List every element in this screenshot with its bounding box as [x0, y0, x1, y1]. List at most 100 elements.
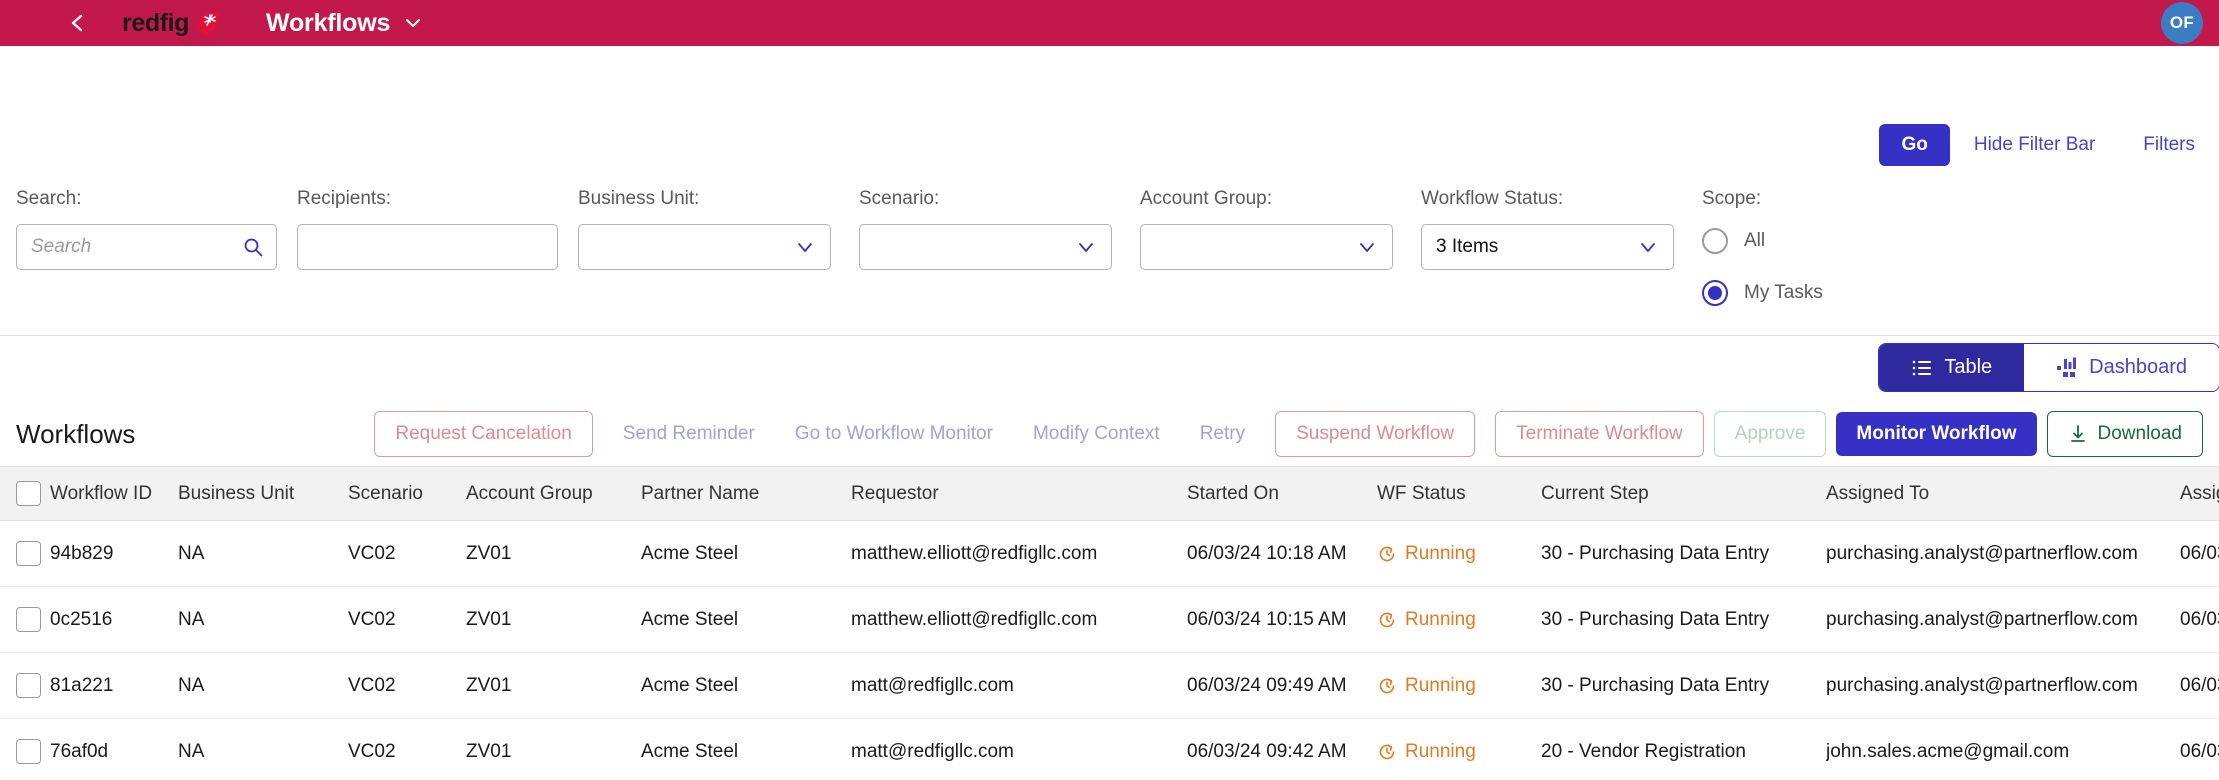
business-unit-select[interactable] [578, 224, 831, 270]
workflow-status-select[interactable]: 3 Items [1421, 224, 1674, 270]
suspend-workflow-button[interactable]: Suspend Workflow [1275, 411, 1476, 457]
col-started-on[interactable]: Started On [1187, 466, 1377, 521]
monitor-workflow-button[interactable]: Monitor Workflow [1836, 412, 2037, 456]
cell-assigned-on: 06/03/24 10:19 AM [2180, 520, 2219, 587]
cell-assigned-to: purchasing.analyst@partnerflow.com [1826, 520, 2180, 587]
col-scenario[interactable]: Scenario [348, 466, 466, 521]
radio-dot-icon [1708, 286, 1722, 300]
cell-workflow-id: 94b829 [50, 520, 178, 587]
filters-button[interactable]: Filters [2119, 124, 2219, 166]
cell-wf-status: Running [1377, 718, 1541, 780]
cell-business-unit: NA [178, 586, 348, 653]
brand-logo[interactable]: redfig [122, 9, 222, 38]
cell-requestor: matthew.elliott@redfigllc.com [851, 520, 1187, 587]
workflow-status-value: 3 Items [1436, 236, 1499, 257]
table-row[interactable]: 94b829 NA VC02 ZV01 Acme Steel matthew.e… [0, 520, 2219, 587]
send-reminder-button[interactable]: Send Reminder [603, 412, 775, 456]
modify-context-button[interactable]: Modify Context [1013, 412, 1180, 456]
table-row[interactable]: 76af0d NA VC02 ZV01 Acme Steel matt@redf… [0, 718, 2219, 780]
table-header-bar: Workflows Request Cancelation Send Remin… [0, 402, 2219, 466]
running-clock-icon [1379, 545, 1395, 561]
download-button[interactable]: Download [2046, 411, 2203, 457]
chevron-down-icon [406, 19, 421, 27]
hide-filter-bar-button[interactable]: Hide Filter Bar [1950, 124, 2119, 166]
tab-dashboard[interactable]: Dashboard [2024, 344, 2219, 391]
page-title: Workflows [266, 8, 391, 37]
cell-workflow-id: 76af0d [50, 718, 178, 780]
cell-workflow-id: 81a221 [50, 652, 178, 719]
table-title: Workflows [16, 418, 136, 449]
chevron-down-icon [794, 236, 816, 258]
filter-business-unit: Business Unit: [578, 188, 859, 270]
chevron-left-icon [71, 14, 83, 32]
row-select-cell [0, 586, 50, 653]
table-row[interactable]: 81a221 NA VC02 ZV01 Acme Steel matt@redf… [0, 652, 2219, 719]
request-cancelation-button[interactable]: Request Cancelation [374, 411, 593, 457]
radio-outer-selected-icon [1702, 280, 1728, 306]
col-requestor[interactable]: Requestor [851, 466, 1187, 521]
cell-assigned-to: purchasing.analyst@partnerflow.com [1826, 586, 2180, 653]
cell-assigned-on: 06/03/24 10:15 AM [2180, 586, 2219, 653]
cell-business-unit: NA [178, 652, 348, 719]
recipients-input-wrapper[interactable] [297, 224, 558, 270]
radio-outer-icon [1702, 228, 1728, 254]
col-current-step[interactable]: Current Step [1541, 466, 1826, 521]
scope-radio-my-tasks[interactable]: My Tasks [1702, 280, 1823, 306]
search-icon[interactable] [242, 236, 264, 258]
cell-assigned-to: john.sales.acme@gmail.com [1826, 718, 2180, 780]
back-button[interactable] [56, 1, 100, 45]
cell-wf-status: Running [1377, 586, 1541, 653]
download-icon [2070, 425, 2085, 442]
recipients-input[interactable] [312, 236, 543, 258]
status-badge: Running [1405, 740, 1476, 762]
filter-account-group: Account Group: [1140, 188, 1421, 270]
row-checkbox[interactable] [16, 541, 41, 566]
go-to-workflow-monitor-button[interactable]: Go to Workflow Monitor [775, 412, 1013, 456]
row-select-cell [0, 520, 50, 587]
chevron-down-icon [1637, 236, 1659, 258]
download-label: Download [2097, 423, 2183, 444]
cell-business-unit: NA [178, 718, 348, 780]
row-checkbox[interactable] [16, 607, 41, 632]
cell-requestor: matt@redfigllc.com [851, 652, 1187, 719]
col-partner-name[interactable]: Partner Name [641, 466, 851, 521]
col-workflow-id[interactable]: Workflow ID [50, 466, 178, 521]
tab-dashboard-label: Dashboard [2089, 356, 2187, 378]
cell-requestor: matt@redfigllc.com [851, 718, 1187, 780]
account-group-label: Account Group: [1140, 188, 1273, 209]
recipients-label: Recipients: [297, 188, 391, 209]
col-assigned-to[interactable]: Assigned To [1826, 466, 2180, 521]
running-clock-icon [1379, 743, 1395, 759]
scenario-select[interactable] [859, 224, 1112, 270]
col-wf-status[interactable]: WF Status [1377, 466, 1541, 521]
scope-option-label: All [1744, 230, 1766, 251]
account-group-select[interactable] [1140, 224, 1393, 270]
row-checkbox[interactable] [16, 673, 41, 698]
tab-table[interactable]: Table [1879, 344, 2025, 391]
cell-account-group: ZV01 [466, 652, 641, 719]
go-button[interactable]: Go [1879, 124, 1950, 166]
search-input-wrapper[interactable] [16, 224, 277, 270]
workflows-table: Workflow ID Business Unit Scenario Accou… [0, 466, 2219, 780]
col-assigned-on[interactable]: Assigned On [2180, 466, 2219, 521]
status-badge: Running [1405, 542, 1476, 564]
terminate-workflow-button[interactable]: Terminate Workflow [1495, 411, 1704, 457]
cell-wf-status: Running [1377, 520, 1541, 587]
scope-label: Scope: [1702, 188, 1762, 209]
scope-radio-all[interactable]: All [1702, 228, 1823, 254]
filter-recipients: Recipients: [297, 188, 578, 270]
avatar[interactable]: OF [2161, 2, 2203, 44]
scenario-label: Scenario: [859, 188, 940, 209]
row-checkbox[interactable] [16, 739, 41, 764]
status-badge: Running [1405, 608, 1476, 630]
select-all-checkbox[interactable] [16, 481, 41, 506]
filter-scenario: Scenario: [859, 188, 1140, 270]
col-account-group[interactable]: Account Group [466, 466, 641, 521]
approve-button[interactable]: Approve [1713, 411, 1827, 457]
table-row[interactable]: 0c2516 NA VC02 ZV01 Acme Steel matthew.e… [0, 586, 2219, 653]
retry-button[interactable]: Retry [1180, 412, 1265, 456]
cell-current-step: 30 - Purchasing Data Entry [1541, 520, 1826, 587]
nav-dropdown-button[interactable] [403, 13, 423, 33]
col-business-unit[interactable]: Business Unit [178, 466, 348, 521]
search-input[interactable] [31, 236, 262, 258]
